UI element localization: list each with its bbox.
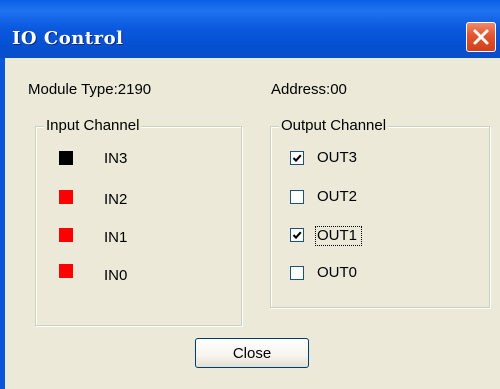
close-x-icon[interactable] <box>466 22 496 52</box>
in1-indicator <box>59 228 73 242</box>
input-channel-title: Input Channel <box>44 117 142 134</box>
out1-checkbox[interactable] <box>290 228 304 242</box>
in3-label: IN3 <box>104 150 128 167</box>
in2-indicator <box>59 190 73 204</box>
out0-checkbox[interactable] <box>290 266 304 280</box>
out2-label[interactable]: OUT2 <box>317 188 357 205</box>
in1-label: IN1 <box>104 229 128 246</box>
out2-checkbox[interactable] <box>290 190 304 204</box>
module-type-label: Module Type:2190 <box>28 81 152 98</box>
dialog-body: Module Type:2190 Address:00 Input Channe… <box>5 58 500 389</box>
out3-checkbox[interactable] <box>290 151 304 165</box>
in3-indicator <box>59 151 73 165</box>
out1-label[interactable]: OUT1 <box>317 227 357 244</box>
io-control-window: IO Control Module Type:2190 Address:00 I… <box>0 0 500 389</box>
in0-label: IN0 <box>104 267 128 284</box>
window-title: IO Control <box>12 28 124 49</box>
title-bar[interactable]: IO Control <box>0 0 500 58</box>
address-label: Address:00 <box>271 81 347 98</box>
out0-label[interactable]: OUT0 <box>317 264 357 281</box>
close-button[interactable]: Close <box>195 338 309 368</box>
in2-label: IN2 <box>104 191 128 208</box>
in0-indicator <box>59 264 73 278</box>
out3-label[interactable]: OUT3 <box>317 149 357 166</box>
output-channel-title: Output Channel <box>279 117 389 134</box>
